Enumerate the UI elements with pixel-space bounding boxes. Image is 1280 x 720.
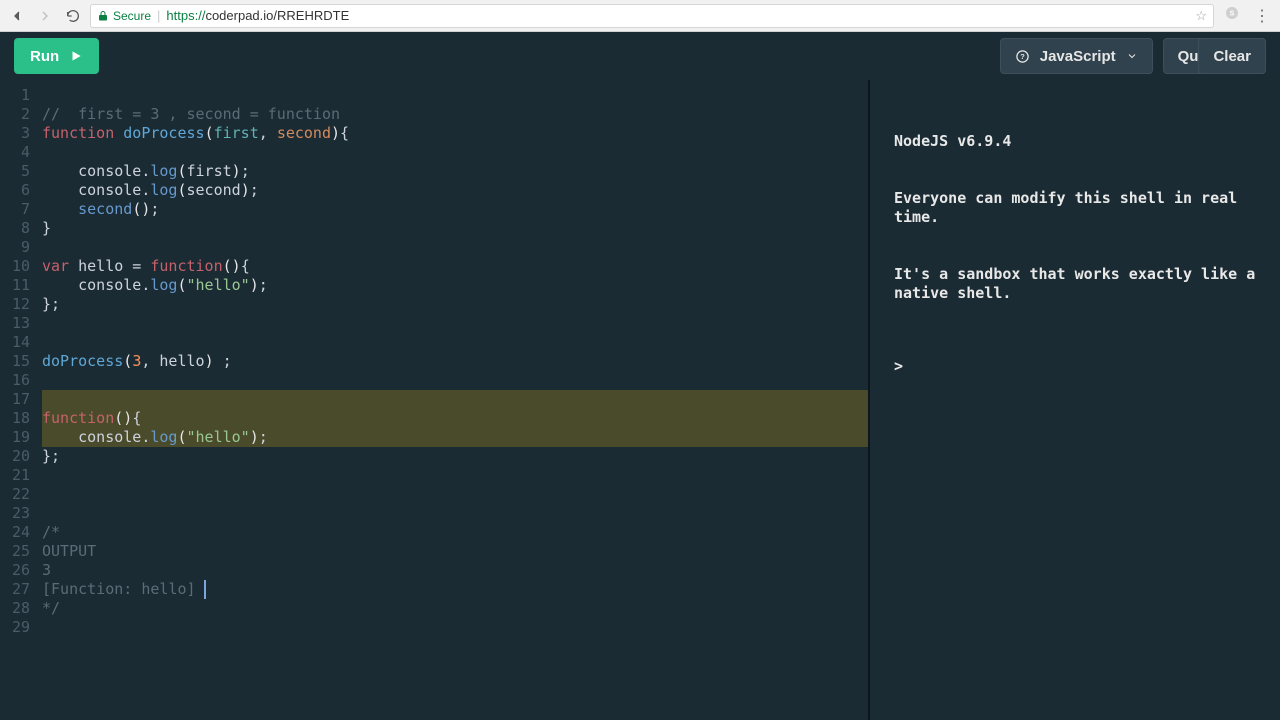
shell-panel[interactable]: NodeJS v6.9.4 Everyone can modify this s…	[870, 80, 1280, 720]
code-lines[interactable]: // first = 3 , second = functionfunction…	[42, 86, 868, 637]
shell-body-2: It's a sandbox that works exactly like a…	[894, 265, 1260, 303]
svg-text:S: S	[1230, 9, 1235, 18]
text-cursor	[204, 580, 206, 599]
app-toolbar: Run ? JavaScript Questions	[0, 32, 1280, 80]
run-label: Run	[30, 48, 59, 65]
url-text: https://coderpad.io/RREHRDTE	[166, 8, 349, 23]
skype-icon[interactable]: S	[1224, 5, 1240, 26]
language-label: JavaScript	[1040, 48, 1116, 65]
svg-text:?: ?	[1020, 52, 1025, 61]
language-dropdown[interactable]: ? JavaScript	[1000, 38, 1153, 74]
address-bar[interactable]: Secure | https://coderpad.io/RREHRDTE ☆	[90, 4, 1214, 28]
reload-icon[interactable]	[62, 5, 84, 27]
back-icon[interactable]	[6, 5, 28, 27]
shell-header: NodeJS v6.9.4	[894, 132, 1260, 151]
forward-icon[interactable]	[34, 5, 56, 27]
run-button[interactable]: Run	[14, 38, 99, 74]
star-icon[interactable]: ☆	[1195, 8, 1207, 24]
clear-button[interactable]: Clear	[1198, 38, 1266, 74]
coderpad-app: Run ? JavaScript Questions Clear 1234567…	[0, 32, 1280, 720]
play-icon	[69, 49, 83, 63]
code-editor[interactable]: 1234567891011121314151617181920212223242…	[0, 80, 870, 720]
chrome-menu-icon[interactable]: ⋮	[1250, 6, 1274, 26]
shell-prompt[interactable]: >	[894, 357, 1260, 376]
secure-badge: Secure	[97, 9, 151, 23]
browser-chrome: Secure | https://coderpad.io/RREHRDTE ☆ …	[0, 0, 1280, 32]
clear-label: Clear	[1213, 48, 1251, 65]
secure-label: Secure	[113, 9, 151, 23]
help-icon: ?	[1015, 49, 1030, 64]
content-area: 1234567891011121314151617181920212223242…	[0, 80, 1280, 720]
chevron-down-icon	[1126, 50, 1138, 62]
shell-body-1: Everyone can modify this shell in real t…	[894, 189, 1260, 227]
extension-icons: S	[1220, 5, 1244, 26]
line-gutter: 1234567891011121314151617181920212223242…	[0, 80, 38, 720]
